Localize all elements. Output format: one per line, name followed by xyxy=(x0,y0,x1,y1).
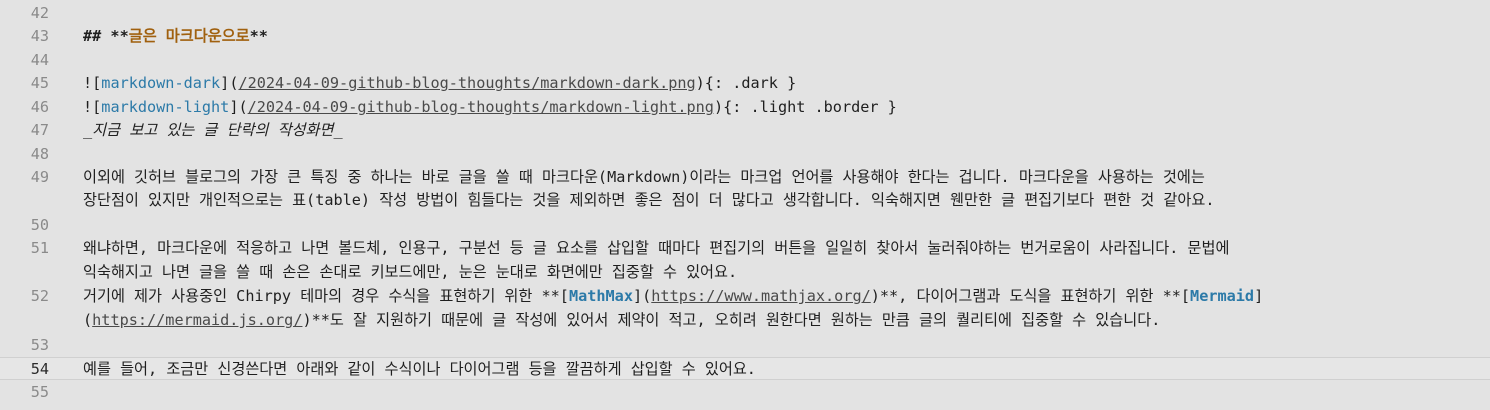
text-segment: ] xyxy=(1254,287,1264,305)
paragraph-text-wrap: 익숙해지고 나면 글을 쓸 때 손은 손대로 키보드에만, 눈은 눈대로 화면에… xyxy=(83,263,738,281)
text-segment: 거기에 제가 사용중인 Chirpy 테마의 경우 수식을 표현하기 위한 **… xyxy=(83,287,569,305)
line-number: 50 xyxy=(30,216,49,234)
line-number: 47 xyxy=(30,121,49,139)
image-mid: ]( xyxy=(229,98,248,116)
paragraph-text: 예를 들어, 조금만 신경쓴다면 아래와 같이 수식이나 다이어그램 등을 깔끔… xyxy=(83,360,756,378)
image-open: ![ xyxy=(83,74,102,92)
editor-line[interactable]: 53 xyxy=(0,334,1490,357)
line-number: 44 xyxy=(30,51,49,69)
image-attr: ){: .dark } xyxy=(695,74,797,92)
line-number: 42 xyxy=(30,4,49,22)
image-alt-text: markdown-light xyxy=(101,98,230,116)
editor-line[interactable]: 48 xyxy=(0,143,1490,166)
image-mid: ]( xyxy=(220,74,239,92)
image-url[interactable]: /2024-04-09-github-blog-thoughts/markdow… xyxy=(238,74,695,92)
editor-line-current[interactable]: 54 예를 들어, 조금만 신경쓴다면 아래와 같이 수식이나 다이어그램 등을… xyxy=(0,357,1490,381)
image-url[interactable]: /2024-04-09-github-blog-thoughts/markdow… xyxy=(248,98,714,116)
heading-end-marker: ** xyxy=(249,27,268,45)
line-number: 46 xyxy=(30,98,49,116)
line-number: 49 xyxy=(30,168,49,186)
editor-line-wrap[interactable]: 장단점이 있지만 개인적으로는 표(table) 작성 방법이 힘들다는 것을 … xyxy=(0,189,1490,212)
link-url-mermaid[interactable]: https://mermaid.js.org/ xyxy=(92,311,302,329)
image-open: ![ xyxy=(83,98,102,116)
link-text-mermaid: Mermaid xyxy=(1190,287,1255,305)
text-segment: ( xyxy=(83,311,93,329)
editor-line[interactable]: 51 왜냐하면, 마크다운에 적응하고 나면 볼드체, 인용구, 구분선 등 글… xyxy=(0,237,1490,260)
line-number: 51 xyxy=(30,239,49,257)
editor-line[interactable]: 42 xyxy=(0,2,1490,25)
paragraph-with-links: 거기에 제가 사용중인 Chirpy 테마의 경우 수식을 표현하기 위한 **… xyxy=(83,285,1263,308)
editor-line[interactable]: 46 ![markdown-light](/2024-04-09-github-… xyxy=(0,96,1490,119)
editor-line-wrap[interactable]: (https://mermaid.js.org/)**도 잘 지원하기 때문에 … xyxy=(0,309,1490,332)
editor-line[interactable]: 49 이외에 깃허브 블로그의 가장 큰 특징 중 하나는 바로 글을 쓸 때 … xyxy=(0,166,1490,189)
image-alt-text: markdown-dark xyxy=(101,74,221,92)
paragraph-text: 왜냐하면, 마크다운에 적응하고 나면 볼드체, 인용구, 구분선 등 글 요소… xyxy=(83,239,1230,257)
editor-line[interactable]: 50 xyxy=(0,214,1490,237)
link-text-mathmax: MathMax xyxy=(568,287,633,305)
line-number-active: 54 xyxy=(30,360,49,378)
line-number: 43 xyxy=(30,27,49,45)
paragraph-text: 이외에 깃허브 블로그의 가장 큰 특징 중 하나는 바로 글을 쓸 때 마크다… xyxy=(83,168,1205,186)
italic-caption: _지금 보고 있는 글 단락의 작성화면_ xyxy=(83,121,343,139)
line-number: 55 xyxy=(30,383,49,401)
image-markdown: ![markdown-light](/2024-04-09-github-blo… xyxy=(83,96,897,119)
editor-line[interactable]: 52 거기에 제가 사용중인 Chirpy 테마의 경우 수식을 표현하기 위한… xyxy=(0,285,1490,308)
paragraph-with-links-wrap: (https://mermaid.js.org/)**도 잘 지원하기 때문에 … xyxy=(83,309,1160,332)
line-number: 48 xyxy=(30,145,49,163)
line-number: 45 xyxy=(30,74,49,92)
editor-line-wrap[interactable]: 익숙해지고 나면 글을 쓸 때 손은 손대로 키보드에만, 눈은 눈대로 화면에… xyxy=(0,261,1490,284)
image-attr: ){: .light .border } xyxy=(713,98,897,116)
heading-line: ## **글은 마크다운으로** xyxy=(83,25,268,48)
line-number: 52 xyxy=(30,287,49,305)
editor-line[interactable]: 44 xyxy=(0,49,1490,72)
text-segment: )**, 다이어그램과 도식을 표현하기 위한 **[ xyxy=(870,287,1191,305)
text-segment: )**도 잘 지원하기 때문에 글 작성에 있어서 제약이 적고, 오히려 원한… xyxy=(302,311,1161,329)
markdown-editor[interactable]: 42 43 ## **글은 마크다운으로** 44 45 ![markdown-… xyxy=(0,0,1490,410)
image-markdown: ![markdown-dark](/2024-04-09-github-blog… xyxy=(83,72,796,95)
paragraph-text-wrap: 장단점이 있지만 개인적으로는 표(table) 작성 방법이 힘들다는 것을 … xyxy=(83,191,1215,209)
link-url-mathjax[interactable]: https://www.mathjax.org/ xyxy=(651,287,870,305)
editor-line[interactable]: 43 ## **글은 마크다운으로** xyxy=(0,25,1490,48)
editor-line[interactable]: 45 ![markdown-dark](/2024-04-09-github-b… xyxy=(0,72,1490,95)
editor-line[interactable]: 55 xyxy=(0,381,1490,404)
heading-marker: ## ** xyxy=(83,27,129,45)
editor-line[interactable]: 47 _지금 보고 있는 글 단락의 작성화면_ xyxy=(0,119,1490,142)
line-number: 53 xyxy=(30,336,49,354)
heading-text: 글은 마크다운으로 xyxy=(128,27,250,45)
text-segment: ]( xyxy=(632,287,652,305)
